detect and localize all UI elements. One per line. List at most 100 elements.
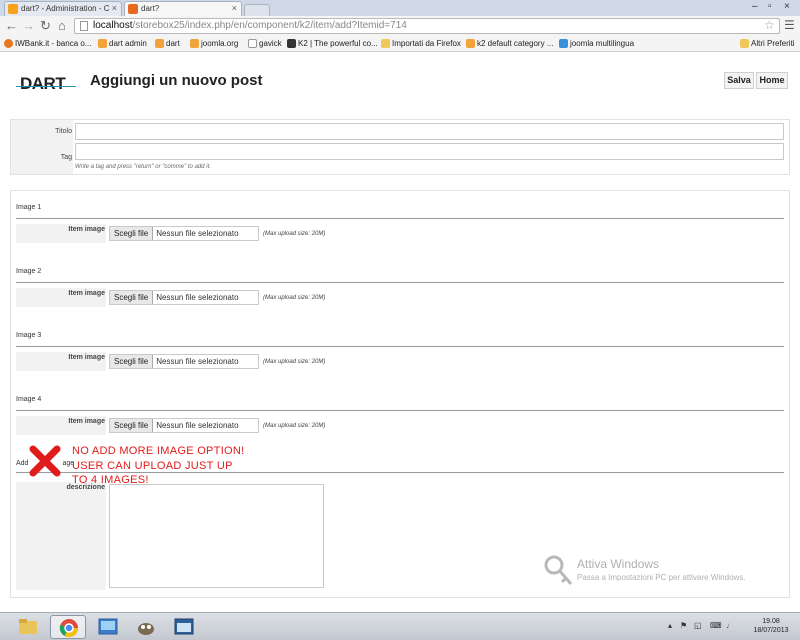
tab-close-icon[interactable]: × [232, 2, 237, 15]
label-column [16, 482, 106, 590]
divider [16, 410, 784, 411]
bookmark-star-icon[interactable]: ☆ [764, 18, 775, 32]
folder-icon [381, 39, 390, 48]
bookmark-item[interactable]: joomla multilingua [559, 38, 634, 49]
tab-close-icon[interactable]: × [112, 2, 117, 15]
watermark-title: Attiva Windows [577, 557, 660, 571]
address-bar[interactable]: localhost/storebox25/index.php/en/compon… [74, 18, 780, 34]
choose-file-button[interactable]: Scegli file [110, 291, 154, 304]
image-2-header: Image 2 [16, 268, 42, 275]
bookmark-item[interactable]: dart [155, 38, 180, 49]
menu-icon[interactable]: ☰ [784, 18, 795, 32]
max-upload-size: (Max upload size: 20M) [263, 423, 326, 429]
bookmark-label: dart [166, 39, 180, 48]
annotation-line-1: NO ADD MORE IMAGE OPTION! [72, 445, 245, 457]
taskbar-app[interactable] [166, 615, 202, 639]
description-textarea[interactable] [109, 484, 324, 588]
bookmark-label: Importati da Firefox [392, 39, 461, 48]
windows-taskbar: ▴ ⚑ ◱ ⌨ ♩ 19.08 18/07/2013 [0, 612, 800, 640]
forward-arrow-icon[interactable]: → [22, 18, 35, 34]
network-icon[interactable]: ◱ [694, 621, 702, 630]
clock-date: 18/07/2013 [753, 627, 789, 634]
site-logo: DART [20, 74, 66, 93]
maximize-icon[interactable]: ▫ [768, 1, 772, 12]
key-icon [544, 555, 573, 585]
image-3-header: Image 3 [16, 332, 42, 339]
browser-tab-bar: dart? - Administration - C × dart? × – ▫… [0, 0, 800, 16]
bookmark-item[interactable]: joomla.org [190, 38, 238, 49]
image-2-file-input[interactable]: Scegli file Nessun file selezionato [109, 290, 259, 305]
joomla-icon [466, 39, 475, 48]
bookmark-label: k2 default category ... [477, 39, 554, 48]
tag-label: Tag [60, 154, 72, 161]
tab-label: dart? - Administration - C [21, 4, 110, 13]
bookmark-label: gavick [259, 39, 282, 48]
item-image-label: Item image [68, 226, 105, 233]
action-center-flag-icon[interactable]: ⚑ [680, 621, 687, 630]
bookmark-label: K2 | The powerful co... [298, 39, 378, 48]
tray-expand-icon[interactable]: ▴ [668, 621, 672, 630]
annotation-line-2: USER CAN UPLOAD JUST UP [72, 460, 233, 472]
item-image-label: Item image [68, 354, 105, 361]
title-label: Titolo [55, 128, 72, 135]
image-viewer-icon [98, 618, 118, 635]
tag-input[interactable] [75, 143, 784, 160]
bookmark-item[interactable]: k2 default category ... [466, 38, 554, 49]
image-4-file-input[interactable]: Scegli file Nessun file selezionato [109, 418, 259, 433]
file-status: Nessun file selezionato [156, 421, 239, 430]
new-tab-button[interactable] [244, 4, 270, 16]
title-input[interactable] [75, 123, 784, 140]
bookmark-label: joomla multilingua [570, 39, 635, 48]
bookmark-label: Altri Preferiti [751, 39, 795, 48]
joomla-icon [190, 39, 199, 48]
taskbar-app[interactable] [90, 615, 126, 639]
home-button[interactable]: Home [756, 72, 788, 89]
divider [16, 282, 784, 283]
url-path: /storebox25/index.php/en/component/k2/it… [132, 20, 407, 31]
browser-tab-dart[interactable]: dart? × [124, 1, 242, 16]
save-button[interactable]: Salva [724, 72, 754, 89]
bookmark-item[interactable]: dart admin [98, 38, 147, 49]
other-bookmarks-folder[interactable]: Altri Preferiti [740, 38, 795, 49]
system-clock[interactable]: 19.08 18/07/2013 [748, 617, 794, 635]
browser-toolbar: ← → ↻ ⌂ localhost/storebox25/index.php/e… [0, 16, 800, 36]
bookmark-item[interactable]: K2 | The powerful co... [287, 38, 378, 49]
joomla-icon [155, 39, 164, 48]
max-upload-size: (Max upload size: 20M) [263, 295, 326, 301]
max-upload-size: (Max upload size: 20M) [263, 359, 326, 365]
red-x-icon [29, 445, 61, 477]
keyboard-icon[interactable]: ⌨ [710, 621, 722, 630]
close-window-icon[interactable]: × [784, 1, 790, 12]
chrome-icon [59, 619, 78, 638]
reload-icon[interactable]: ↻ [40, 18, 51, 34]
image-1-file-input[interactable]: Scegli file Nessun file selezionato [109, 226, 259, 241]
volume-icon[interactable]: ♩ [726, 621, 734, 630]
window-icon [174, 618, 194, 635]
gimp-icon [138, 623, 154, 635]
dart-favicon-icon [128, 4, 138, 14]
taskbar-explorer[interactable] [10, 615, 46, 639]
image-4-header: Image 4 [16, 396, 42, 403]
joomla-icon [8, 4, 18, 14]
divider [16, 218, 784, 219]
taskbar-chrome[interactable] [50, 615, 86, 639]
bookmark-label: joomla.org [201, 39, 239, 48]
bookmark-folder[interactable]: Importati da Firefox [381, 38, 461, 49]
browser-tab-administration[interactable]: dart? - Administration - C × [4, 1, 122, 16]
file-status: Nessun file selezionato [156, 357, 239, 366]
folder-icon [19, 619, 37, 634]
image-3-file-input[interactable]: Scegli file Nessun file selezionato [109, 354, 259, 369]
choose-file-button[interactable]: Scegli file [110, 419, 154, 432]
taskbar-gimp[interactable] [128, 615, 164, 639]
bookmark-item[interactable]: IWBank.it - banca o... [4, 38, 91, 49]
home-icon[interactable]: ⌂ [58, 18, 66, 34]
file-status: Nessun file selezionato [156, 229, 239, 238]
clock-time: 19.08 [762, 618, 780, 625]
choose-file-button[interactable]: Scegli file [110, 355, 154, 368]
item-image-label: Item image [68, 418, 105, 425]
k2-icon [287, 39, 296, 48]
minimize-icon[interactable]: – [752, 1, 758, 12]
back-arrow-icon[interactable]: ← [5, 18, 18, 34]
bookmark-item[interactable]: gavick [248, 38, 282, 49]
choose-file-button[interactable]: Scegli file [110, 227, 154, 240]
